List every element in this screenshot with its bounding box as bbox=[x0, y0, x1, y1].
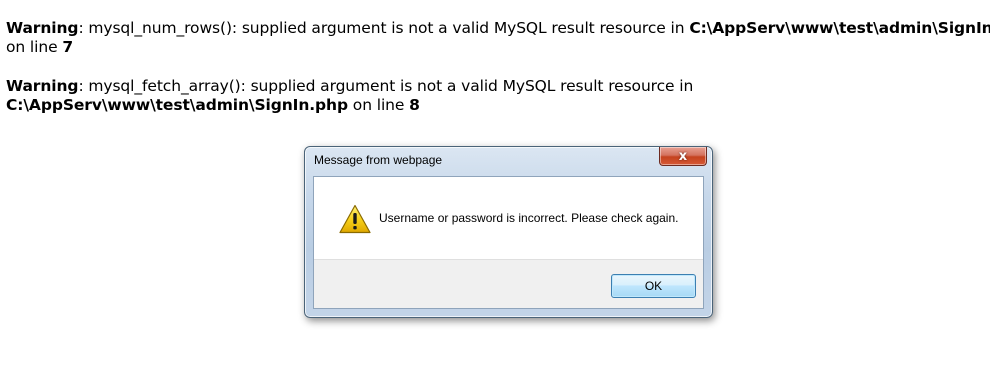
dialog-content: Username or password is incorrect. Pleas… bbox=[313, 176, 704, 309]
dialog-message: Username or password is incorrect. Pleas… bbox=[379, 211, 679, 225]
warning-path: C:\AppServ\www\test\admin\SignIn.php bbox=[689, 19, 990, 37]
ok-button[interactable]: OK bbox=[611, 274, 696, 298]
warning-message: : mysql_num_rows(): supplied argument is… bbox=[78, 19, 690, 37]
warning-line-number: 8 bbox=[409, 96, 420, 114]
close-icon: x bbox=[678, 148, 688, 164]
warning-label: Warning bbox=[6, 19, 79, 37]
dialog-title: Message from webpage bbox=[314, 153, 443, 167]
warning-message: : mysql_fetch_array(): supplied argument… bbox=[78, 77, 694, 95]
php-warning-1: Warning: mysql_num_rows(): supplied argu… bbox=[6, 19, 990, 57]
alert-dialog: Message from webpage x Username or passw… bbox=[304, 146, 713, 318]
warning-label: Warning bbox=[6, 77, 79, 95]
warning-line-number: 7 bbox=[62, 38, 74, 56]
warning-path: C:\AppServ\www\test\admin\SignIn.php bbox=[6, 96, 348, 114]
warning-line-prefix: on line bbox=[6, 38, 63, 56]
dialog-message-area: Username or password is incorrect. Pleas… bbox=[314, 177, 703, 260]
warning-triangle-icon bbox=[339, 204, 371, 234]
close-button[interactable]: x bbox=[659, 147, 707, 166]
warning-line-prefix: on line bbox=[347, 96, 410, 114]
php-warning-2: Warning: mysql_fetch_array(): supplied a… bbox=[6, 77, 693, 115]
